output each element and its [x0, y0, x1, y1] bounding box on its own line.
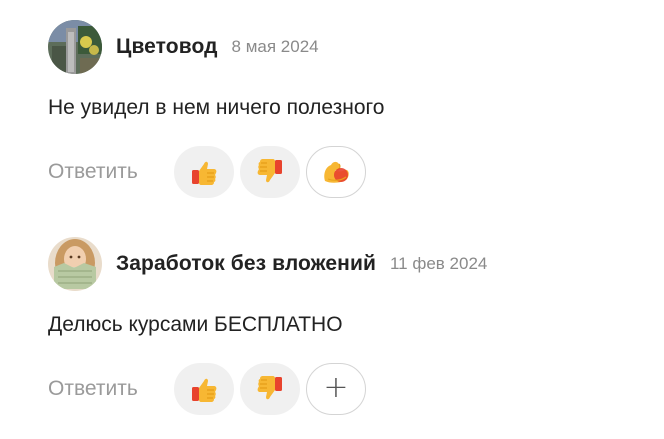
comment-date: 11 фев 2024 [389, 254, 488, 273]
avatar[interactable] [48, 20, 102, 74]
comment-header: Заработок без вложений 11 фев 2024 [48, 237, 648, 291]
garden-photo-avatar-icon [48, 20, 102, 74]
plus-icon: + [323, 370, 349, 405]
comment-item: Цветовод 8 мая 2024 Не увидел в нем ниче… [48, 20, 648, 198]
author-name[interactable]: Цветовод [116, 35, 218, 59]
dislike-button[interactable] [240, 146, 300, 198]
avatar[interactable] [48, 237, 102, 291]
woman-with-money-avatar-icon [48, 237, 102, 291]
like-button[interactable] [174, 146, 234, 198]
comment-item: Заработок без вложений 11 фев 2024 Делюс… [48, 237, 648, 415]
comment-actions: Ответить [48, 146, 648, 198]
add-reaction-button[interactable]: + [306, 363, 366, 415]
comment-text: Не увидел в нем ничего полезного [48, 96, 385, 119]
reply-button[interactable]: Ответить [48, 377, 174, 401]
thumbs-down-icon [257, 159, 282, 183]
comment-date: 8 мая 2024 [231, 37, 319, 56]
thumbs-up-icon [192, 161, 217, 185]
thumbs-up-icon [192, 378, 217, 402]
like-button[interactable] [174, 363, 234, 415]
comment-header: Цветовод 8 мая 2024 [48, 20, 648, 74]
thumbs-down-icon [257, 376, 282, 400]
reaction-button[interactable] [306, 146, 366, 198]
dislike-button[interactable] [240, 363, 300, 415]
comment-actions: Ответить + [48, 363, 648, 415]
comment-text: Делюсь курсами БЕСПЛАТНО [48, 313, 343, 336]
flexed-biceps-icon [324, 161, 349, 183]
reply-button[interactable]: Ответить [48, 160, 174, 184]
author-name[interactable]: Заработок без вложений [116, 252, 376, 276]
